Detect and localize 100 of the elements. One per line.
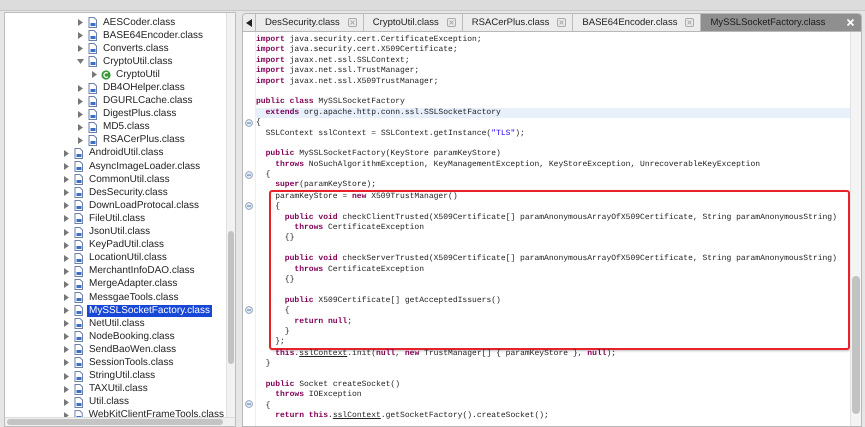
- code-line: return this.sslContext.getSocketFactory().createSocket();: [275, 411, 549, 422]
- fold-icon[interactable]: [245, 306, 253, 314]
- class-icon: [101, 70, 111, 80]
- class-file-icon: [87, 43, 98, 54]
- code-line: public X509Certificate[] getAcceptedIssuers(): [284, 296, 501, 306]
- expand-icon[interactable]: [77, 136, 84, 144]
- tree-item[interactable]: MergeAdapter.class: [87, 278, 180, 290]
- code-line: {: [266, 400, 270, 412]
- code-line: import java.security.cert.CertificateException;: [256, 35, 482, 45]
- vertical-scrollbar[interactable]: [226, 13, 235, 417]
- expand-icon[interactable]: [63, 307, 70, 314]
- expand-icon[interactable]: [63, 398, 70, 406]
- expand-icon[interactable]: [63, 176, 70, 184]
- expand-icon[interactable]: [63, 386, 70, 393]
- class-file-icon: [73, 187, 84, 198]
- expand-icon[interactable]: [77, 98, 84, 105]
- expand-icon[interactable]: [63, 163, 70, 170]
- expand-icon[interactable]: [63, 228, 70, 236]
- editor-tab[interactable]: MySSLSocketFactory.class: [701, 14, 861, 31]
- tree-item[interactable]: CommonUtil.class: [87, 174, 172, 186]
- tree-item[interactable]: MySSLSocketFactory.class: [87, 304, 212, 317]
- expand-icon[interactable]: [63, 242, 70, 249]
- code-line: {}: [284, 274, 294, 286]
- class-file-icon: [87, 82, 98, 94]
- tree-item[interactable]: MerchantInfoDAO.class: [87, 265, 197, 278]
- tree-item[interactable]: FileUtil.class: [87, 212, 148, 225]
- tree-item[interactable]: JsonUtil.class: [87, 226, 152, 238]
- expand-icon[interactable]: [77, 110, 84, 118]
- class-file-icon: [72, 410, 84, 417]
- tree-item[interactable]: DB4OHelper.class: [101, 82, 187, 94]
- tree-item[interactable]: NetUtil.class: [87, 318, 147, 330]
- expand-icon[interactable]: [77, 45, 84, 52]
- fold-icon[interactable]: [245, 202, 253, 210]
- class-file-icon: [87, 30, 98, 42]
- code-line: import javax.net.ssl.TrustManager;: [256, 66, 420, 77]
- expand-icon[interactable]: [91, 71, 98, 78]
- expand-icon[interactable]: [63, 189, 70, 196]
- code-line: public MySSLSocketFactory(KeyStore paramKeyStore): [266, 149, 501, 160]
- class-file-icon: [87, 122, 98, 133]
- tree-item[interactable]: MessgaeTools.class: [87, 292, 180, 304]
- collapse-icon[interactable]: [77, 58, 84, 66]
- expand-icon[interactable]: [77, 84, 84, 92]
- tree-item[interactable]: AndroidUtil.class: [87, 147, 166, 160]
- tree-item[interactable]: StringUtil.class: [87, 370, 158, 382]
- class-file-icon: [73, 278, 84, 290]
- expand-icon[interactable]: [63, 333, 70, 340]
- tree-item[interactable]: NodeBooking.class: [87, 330, 177, 343]
- expand-icon[interactable]: [63, 294, 70, 302]
- class-file-icon: [87, 96, 98, 107]
- code-line: public void checkServerTrusted(X509Certificate[] paramAnonymousArrayOfX509Certificate, String paramAnonymousString): [284, 254, 837, 265]
- horizontal-scrollbar[interactable]: [5, 417, 235, 426]
- tree-item[interactable]: DigestPlus.class: [101, 108, 178, 120]
- tab-scroll-left-button[interactable]: [243, 14, 256, 31]
- expand-icon[interactable]: [63, 202, 70, 210]
- tree-item[interactable]: SessionTools.class: [87, 356, 176, 369]
- expand-icon[interactable]: [63, 320, 70, 328]
- expand-icon[interactable]: [63, 268, 70, 275]
- tree-item[interactable]: AESCoder.class: [101, 16, 178, 29]
- code-line: throws NoSuchAlgorithmException, KeyManagementException, KeyStoreException, UnrecoverableKeyException: [275, 160, 760, 170]
- class-file-icon: [73, 318, 84, 330]
- expand-icon[interactable]: [77, 19, 84, 26]
- code-line: super(paramKeyStore);: [275, 180, 376, 191]
- expand-icon[interactable]: [63, 150, 70, 157]
- class-file-icon: [87, 108, 98, 120]
- fold-icon[interactable]: [245, 400, 253, 408]
- tree-item[interactable]: Converts.class: [101, 42, 171, 55]
- tree-item[interactable]: RSACerPlus.class: [101, 134, 187, 146]
- code-line: public void checkClientTrusted(X509Certificate[] paramAnonymousArrayOfX509Certificate, String paramAnonymousString): [284, 212, 837, 223]
- tree-item[interactable]: AsyncImageLoader.class: [87, 160, 202, 173]
- expand-icon[interactable]: [63, 346, 70, 354]
- code-line: throws IOException: [275, 390, 362, 401]
- code-line: }: [266, 359, 270, 370]
- fold-icon[interactable]: [245, 119, 253, 128]
- tree-item[interactable]: MD5.class: [101, 121, 152, 134]
- tree-item[interactable]: LocationUtil.class: [87, 252, 169, 264]
- expand-icon[interactable]: [77, 124, 84, 131]
- code-line: public class MySSLSocketFactory: [256, 97, 405, 108]
- expand-icon[interactable]: [63, 372, 70, 380]
- tree-item[interactable]: Util.class: [87, 396, 132, 408]
- expand-icon[interactable]: [63, 254, 70, 262]
- class-file-icon: [73, 148, 84, 159]
- class-file-icon: [73, 226, 84, 238]
- tree-item[interactable]: DGURLCache.class: [101, 95, 194, 108]
- class-file-icon: [73, 370, 84, 382]
- tree-item[interactable]: WebKitClientFrameTools.class: [86, 409, 226, 417]
- expand-icon[interactable]: [63, 215, 70, 222]
- editor-scrollbar[interactable]: [850, 32, 861, 426]
- expand-icon[interactable]: [63, 280, 70, 288]
- tree-item[interactable]: SendBaoWen.class: [87, 344, 178, 356]
- tree-item[interactable]: CryptoUtil.class: [101, 56, 174, 68]
- tree-item[interactable]: DownLoadProtocal.class: [87, 200, 202, 212]
- class-file-icon: [73, 213, 84, 224]
- tree-item[interactable]: BASE64Encoder.class: [101, 30, 206, 42]
- expand-icon[interactable]: [77, 32, 84, 40]
- tree-item[interactable]: KeyPadUtil.class: [87, 239, 166, 252]
- tree-item[interactable]: TAXUtil.class: [87, 383, 150, 396]
- tree-item[interactable]: DesSecurity.class: [87, 186, 170, 199]
- fold-icon[interactable]: [245, 171, 253, 180]
- expand-icon[interactable]: [63, 359, 70, 366]
- tree-item[interactable]: CryptoUtil: [114, 68, 162, 81]
